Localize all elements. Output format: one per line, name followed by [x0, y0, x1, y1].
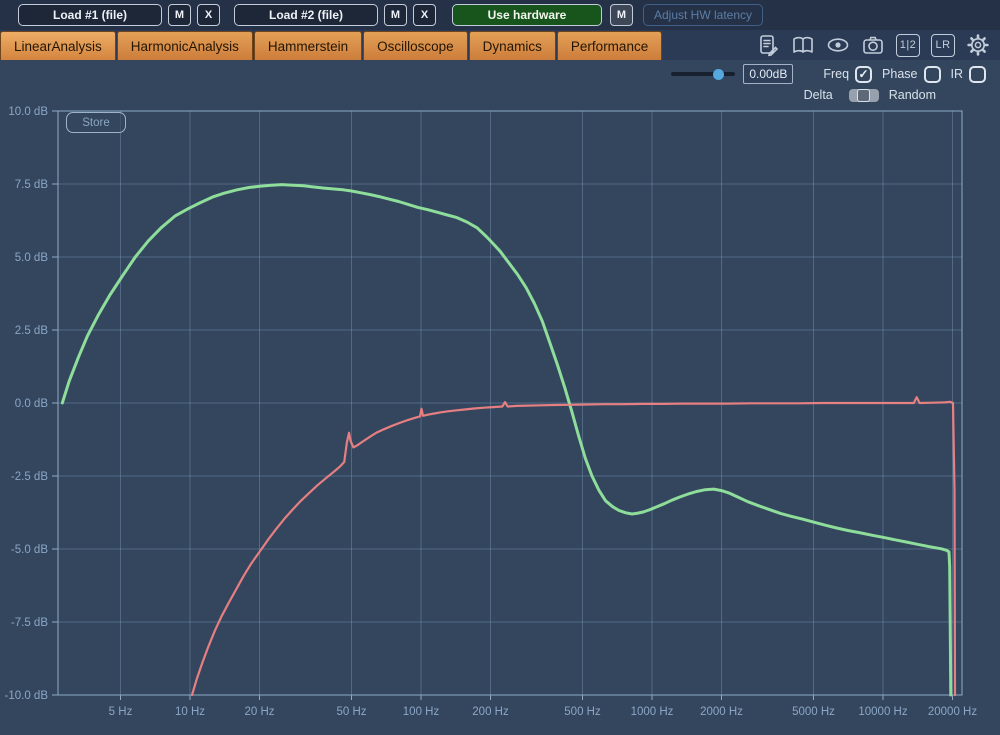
svg-text:0.0 dB: 0.0 dB	[15, 398, 49, 410]
top-bar: Load #1 (file) M X Load #2 (file) M X Us…	[0, 0, 1000, 30]
gain-slider-knob[interactable]	[713, 69, 724, 80]
svg-text:20000 Hz: 20000 Hz	[928, 706, 977, 718]
svg-text:200 Hz: 200 Hz	[472, 706, 509, 718]
tab-linear-analysis[interactable]: LinearAnalysis	[0, 31, 116, 60]
eye-icon[interactable]	[826, 33, 850, 57]
tab-bar: LinearAnalysis HarmonicAnalysis Hammerst…	[0, 30, 1000, 60]
phase-checkbox[interactable]	[924, 66, 941, 83]
load-1-button[interactable]: Load #1 (file)	[18, 4, 162, 26]
gain-slider[interactable]	[671, 66, 735, 82]
svg-text:-10.0 dB: -10.0 dB	[5, 690, 49, 702]
tab-oscilloscope[interactable]: Oscilloscope	[363, 31, 468, 60]
gear-icon[interactable]	[966, 33, 990, 57]
tab-dynamics[interactable]: Dynamics	[469, 31, 556, 60]
svg-text:5000 Hz: 5000 Hz	[792, 706, 835, 718]
svg-text:-2.5 dB: -2.5 dB	[11, 471, 48, 483]
gain-slider-track[interactable]	[671, 72, 735, 76]
svg-text:5.0 dB: 5.0 dB	[15, 252, 49, 264]
frequency-response-chart: 5 Hz 10 Hz 20 Hz 50 Hz 100 Hz 200 Hz 500 Hz 100…	[0, 60, 1000, 735]
svg-text:1000 Hz: 1000 Hz	[631, 706, 674, 718]
analysis-controls: 0.00dB Freq ✓ Phase IR Delta Random	[671, 64, 988, 102]
load-1-mute-button[interactable]: M	[168, 4, 191, 26]
svg-text:10000 Hz: 10000 Hz	[858, 706, 907, 718]
ir-checkbox[interactable]	[969, 66, 986, 83]
gain-and-trace-controls: 0.00dB Freq ✓ Phase IR	[671, 64, 988, 84]
delta-random-toggle[interactable]	[849, 89, 879, 102]
svg-text:10 Hz: 10 Hz	[175, 706, 205, 718]
random-label: Random	[889, 88, 936, 102]
toolbar-icon-strip: 1|2 LR	[756, 30, 1000, 60]
svg-text:100 Hz: 100 Hz	[403, 706, 440, 718]
manual-book-icon[interactable]	[791, 33, 815, 57]
notes-edit-icon[interactable]	[756, 33, 780, 57]
svg-text:-7.5 dB: -7.5 dB	[11, 617, 48, 629]
delta-label: Delta	[804, 88, 833, 102]
phase-label: Phase	[882, 67, 917, 81]
ir-label: IR	[951, 67, 964, 81]
svg-text:7.5 dB: 7.5 dB	[15, 179, 49, 191]
tab-hammerstein[interactable]: Hammerstein	[254, 31, 362, 60]
svg-text:-5.0 dB: -5.0 dB	[11, 544, 48, 556]
lr-channel-icon[interactable]: LR	[931, 34, 955, 57]
plugin-analyzer-window: Load #1 (file) M X Load #2 (file) M X Us…	[0, 0, 1000, 735]
gain-value-field[interactable]: 0.00dB	[743, 64, 793, 84]
hardware-mute-button[interactable]: M	[610, 4, 633, 26]
load-2-mute-button[interactable]: M	[384, 4, 407, 26]
freq-label: Freq	[823, 67, 849, 81]
svg-text:2000 Hz: 2000 Hz	[700, 706, 743, 718]
tab-harmonic-analysis[interactable]: HarmonicAnalysis	[117, 31, 253, 60]
tab-performance[interactable]: Performance	[557, 31, 662, 60]
svg-text:20 Hz: 20 Hz	[244, 706, 274, 718]
camera-icon[interactable]	[861, 33, 885, 57]
use-hardware-button[interactable]: Use hardware	[452, 4, 602, 26]
load-1-clear-button[interactable]: X	[197, 4, 220, 26]
freq-checkbox[interactable]: ✓	[855, 66, 872, 83]
svg-text:5 Hz: 5 Hz	[109, 706, 133, 718]
chart-area: 5 Hz 10 Hz 20 Hz 50 Hz 100 Hz 200 Hz 500 Hz 100…	[0, 60, 1000, 735]
load-2-button[interactable]: Load #2 (file)	[234, 4, 378, 26]
svg-text:500 Hz: 500 Hz	[564, 706, 601, 718]
svg-text:10.0 dB: 10.0 dB	[8, 106, 48, 118]
load-2-clear-button[interactable]: X	[413, 4, 436, 26]
svg-text:2.5 dB: 2.5 dB	[15, 325, 49, 337]
toggle-knob[interactable]	[857, 89, 870, 102]
svg-text:50 Hz: 50 Hz	[336, 706, 366, 718]
compare-1-2-icon[interactable]: 1|2	[896, 34, 920, 57]
adjust-hw-latency-button[interactable]: Adjust HW latency	[643, 4, 763, 26]
store-button[interactable]: Store	[66, 112, 126, 133]
signal-mode-controls: Delta Random	[804, 88, 988, 102]
